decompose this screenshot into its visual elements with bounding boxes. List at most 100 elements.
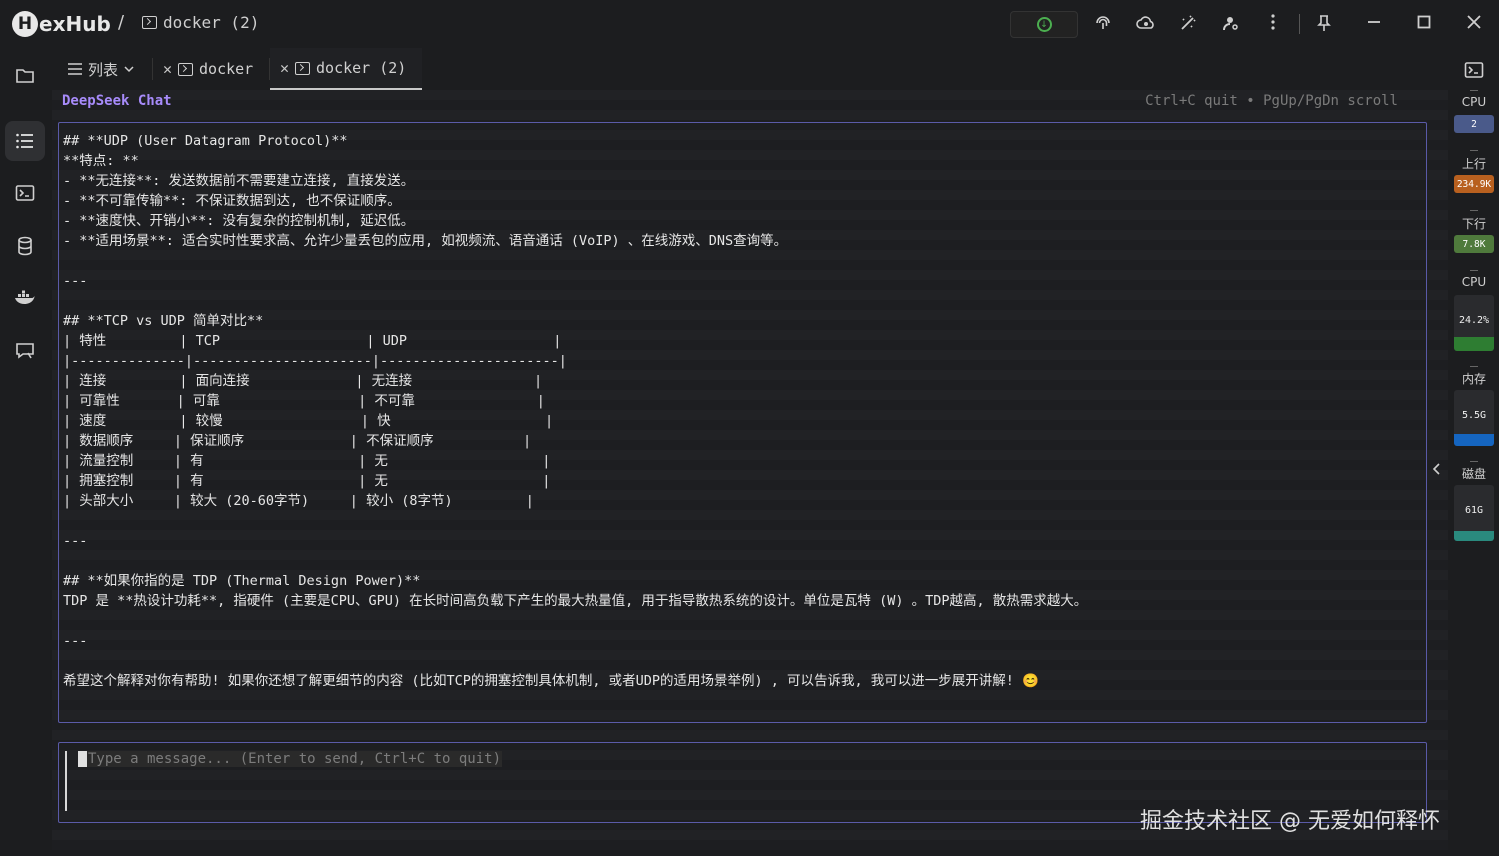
message-line: --- bbox=[63, 273, 88, 289]
disk-value: 61G bbox=[1464, 505, 1484, 516]
memory-value: 5.5G bbox=[1461, 410, 1487, 421]
message-line bbox=[63, 651, 1087, 671]
message-line: | 拥塞控制 | 有 | 无 | bbox=[63, 473, 551, 489]
disk-fill bbox=[1454, 531, 1494, 541]
left-sidebar bbox=[0, 48, 50, 856]
tab-list[interactable]: 列表 bbox=[58, 48, 144, 90]
message-line: - **适用场景**: 适合实时性要求高、允许少量丢包的应用, 如视频流、语音通… bbox=[63, 233, 788, 249]
cpu-cores-label: CPU bbox=[1461, 95, 1487, 109]
message-line bbox=[63, 511, 1087, 531]
memory-label: 内存 bbox=[1461, 372, 1486, 386]
disk-label: 磁盘 bbox=[1461, 467, 1486, 481]
logo-mark: H bbox=[12, 11, 38, 37]
download-label: 下行 bbox=[1461, 217, 1486, 231]
close-window-icon[interactable] bbox=[1464, 14, 1484, 34]
message-line: | 流量控制 | 有 | 无 | bbox=[63, 453, 551, 469]
terminal-icon[interactable] bbox=[1454, 50, 1494, 90]
fingerprint-icon[interactable] bbox=[1093, 14, 1113, 34]
more-vertical-icon[interactable] bbox=[1263, 14, 1283, 34]
chat-title: DeepSeek Chat bbox=[62, 93, 172, 109]
input-cursor bbox=[65, 751, 67, 811]
divider bbox=[1470, 90, 1478, 91]
breadcrumb: docker (2) bbox=[142, 13, 259, 32]
divider bbox=[1470, 461, 1478, 462]
remote-desktop-icon[interactable] bbox=[5, 331, 45, 371]
title-bar: HexHub / docker (2) ↓ bbox=[0, 0, 1499, 48]
message-line: | 速度 | 较慢 | 快 | bbox=[63, 413, 554, 429]
divider bbox=[1470, 150, 1478, 151]
breadcrumb-separator: / bbox=[118, 12, 125, 33]
message-line: - **不可靠传输**: 不保证数据到达, 也不保证顺序。 bbox=[63, 193, 401, 209]
cpu-cores-badge: 2 bbox=[1454, 115, 1494, 133]
memory-fill bbox=[1454, 434, 1494, 446]
message-line: - **无连接**: 发送数据前不需要建立连接, 直接发送。 bbox=[63, 173, 415, 189]
magic-wand-icon[interactable] bbox=[1178, 14, 1198, 34]
folder-icon[interactable] bbox=[5, 56, 45, 96]
maximize-icon[interactable] bbox=[1414, 14, 1434, 34]
message-line: - **速度快、开销小**: 没有复杂的控制机制, 延迟低。 bbox=[63, 213, 415, 229]
message-line bbox=[63, 291, 1087, 311]
message-line: ## **如果你指的是 TDP (Thermal Design Power)** bbox=[63, 573, 421, 589]
message-panel[interactable]: ## **UDP (User Datagram Protocol)** **特点:… bbox=[58, 122, 1427, 723]
message-line: | 连接 | 面向连接 | 无连接 | bbox=[63, 373, 543, 389]
message-line: 希望这个解释对你有帮助! 如果你还想了解更细节的内容 (比如TCP的拥塞控制具体… bbox=[63, 673, 1039, 689]
upload-label: 上行 bbox=[1461, 157, 1486, 171]
divider bbox=[1470, 270, 1478, 271]
message-line: | 特性 | TCP | UDP | bbox=[63, 333, 562, 349]
breadcrumb-title: docker (2) bbox=[163, 13, 260, 32]
titlebar-divider bbox=[1299, 14, 1300, 34]
upload-speed-badge: 234.9K bbox=[1454, 175, 1494, 193]
terminal-icon[interactable] bbox=[5, 173, 45, 213]
message-line: **特点: ** bbox=[63, 153, 139, 169]
message-line: | 可靠性 | 可靠 | 不可靠 | bbox=[63, 393, 545, 409]
docker-icon[interactable] bbox=[5, 278, 45, 318]
divider bbox=[1470, 210, 1478, 211]
message-line: --- bbox=[63, 633, 88, 649]
disk-gauge: 61G bbox=[1454, 485, 1494, 541]
close-tab-icon[interactable]: ✕ bbox=[163, 60, 172, 78]
message-content: ## **UDP (User Datagram Protocol)** **特点:… bbox=[63, 131, 1087, 691]
divider bbox=[1470, 366, 1478, 367]
minimize-icon[interactable] bbox=[1364, 14, 1384, 34]
cpu-usage-fill bbox=[1454, 337, 1494, 351]
message-line bbox=[63, 551, 1087, 571]
terminal-panel[interactable]: DeepSeek Chat Ctrl+C quit • PgUp/PgDn sc… bbox=[52, 90, 1448, 850]
message-line bbox=[63, 611, 1087, 631]
list-icon bbox=[68, 63, 82, 75]
tab-label: docker bbox=[199, 60, 254, 78]
cpu-usage-gauge: 24.2% bbox=[1454, 295, 1494, 351]
keyboard-hint: Ctrl+C quit • PgUp/PgDn scroll bbox=[1145, 93, 1398, 109]
system-monitor-sidebar: CPU 2 上行 234.9K 下行 7.8K CPU 24.2% 内存 5.5… bbox=[1449, 48, 1499, 856]
database-icon[interactable] bbox=[5, 226, 45, 266]
cpu-usage-value: 24.2% bbox=[1458, 315, 1490, 326]
pin-icon[interactable] bbox=[1314, 14, 1334, 34]
input-placeholder: Type a message... (Enter to send, Ctrl+C… bbox=[78, 751, 503, 767]
user-settings-icon[interactable] bbox=[1221, 14, 1241, 34]
message-line: ## **UDP (User Datagram Protocol)** bbox=[63, 133, 348, 149]
message-line: |--------------|----------------------|-… bbox=[63, 353, 567, 369]
message-line: | 头部大小 | 较大 (20-60字节) | 较小 (8字节) | bbox=[63, 493, 534, 509]
tab-label: 列表 bbox=[88, 60, 119, 79]
tab-label: docker (2) bbox=[316, 59, 407, 77]
memory-gauge: 5.5G bbox=[1454, 390, 1494, 446]
tab-docker[interactable]: ✕ docker bbox=[153, 48, 263, 90]
tab-bar: 列表 ✕ docker ✕ docker (2) bbox=[52, 48, 1448, 90]
terminal-icon bbox=[178, 62, 194, 76]
message-line bbox=[63, 251, 1087, 271]
terminal-icon bbox=[295, 61, 311, 75]
logo-text: exHub bbox=[39, 12, 111, 36]
message-line: | 数据顺序 | 保证顺序 | 不保证顺序 | bbox=[63, 433, 532, 449]
watermark: 掘金技术社区 @ 无爱如何释怀 bbox=[1140, 809, 1440, 834]
message-line: TDP 是 **热设计功耗**, 指硬件 (主要是CPU、GPU) 在长时间高负… bbox=[63, 593, 1088, 609]
list-icon[interactable] bbox=[5, 121, 45, 161]
cpu-usage-label: CPU bbox=[1461, 275, 1487, 289]
message-line: --- bbox=[63, 533, 88, 549]
close-tab-icon[interactable]: ✕ bbox=[280, 59, 289, 77]
sync-status-button[interactable]: ↓ bbox=[1010, 11, 1078, 38]
cloud-sync-icon[interactable] bbox=[1136, 14, 1156, 34]
terminal-icon bbox=[142, 16, 157, 29]
tab-docker-2[interactable]: ✕ docker (2) bbox=[270, 48, 422, 90]
chevron-down-icon[interactable] bbox=[124, 65, 134, 73]
download-status-icon: ↓ bbox=[1036, 17, 1052, 32]
collapse-panel-chevron-icon[interactable] bbox=[1432, 460, 1440, 479]
